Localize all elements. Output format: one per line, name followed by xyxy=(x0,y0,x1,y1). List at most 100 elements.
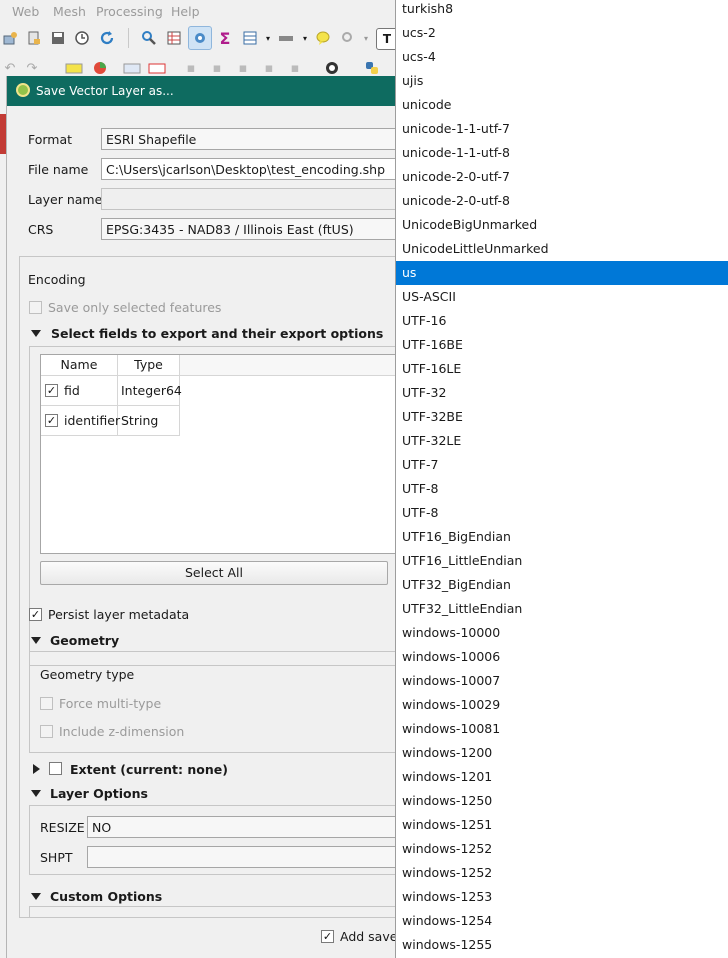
encoding-option[interactable]: UTF-16LE xyxy=(396,357,728,381)
encoding-option[interactable]: UTF16_BigEndian xyxy=(396,525,728,549)
force-multi-checkbox[interactable] xyxy=(40,697,53,710)
menu-help[interactable]: Help xyxy=(171,4,200,19)
encoding-option[interactable]: UTF-16 xyxy=(396,309,728,333)
encoding-option[interactable]: windows-1253 xyxy=(396,885,728,909)
table-row[interactable]: ✓ identifier xyxy=(41,406,120,436)
persist-metadata-checkbox[interactable]: ✓ xyxy=(29,608,42,621)
ruler-icon[interactable] xyxy=(276,28,296,48)
collapse-arrow-icon[interactable] xyxy=(31,790,41,797)
identify-icon[interactable] xyxy=(139,28,159,48)
encoding-option[interactable]: windows-10006 xyxy=(396,645,728,669)
encoding-option[interactable]: unicode-2-0-utf-7 xyxy=(396,165,728,189)
encoding-option[interactable]: UnicodeLittleUnmarked xyxy=(396,237,728,261)
expand-arrow-icon[interactable] xyxy=(33,764,40,774)
table-header-type[interactable]: Type xyxy=(118,355,180,376)
menu-web[interactable]: Web xyxy=(12,4,39,19)
encoding-option[interactable]: UTF-8 xyxy=(396,477,728,501)
encoding-option[interactable]: windows-1254 xyxy=(396,909,728,933)
layer-add-icon[interactable] xyxy=(0,28,20,48)
save-icon[interactable] xyxy=(48,28,68,48)
encoding-option[interactable]: UnicodeBigUnmarked xyxy=(396,213,728,237)
collapse-arrow-icon[interactable] xyxy=(31,637,41,644)
encoding-option[interactable]: UTF-16BE xyxy=(396,333,728,357)
encoding-option[interactable]: unicode xyxy=(396,93,728,117)
select-all-button[interactable]: Select All xyxy=(40,561,388,585)
table-row[interactable]: ✓ fid xyxy=(41,376,118,406)
settings-gear-icon[interactable] xyxy=(188,26,212,50)
label-style-icon[interactable] xyxy=(122,58,142,78)
add-saved-checkbox[interactable]: ✓ xyxy=(321,930,334,943)
encoding-option[interactable]: UTF32_LittleEndian xyxy=(396,597,728,621)
encoding-dropdown-list[interactable]: turkish8 ucs-2 ucs-4 ujis unicode unicode-1-1… xyxy=(395,0,728,958)
encoding-option[interactable]: unicode-2-0-utf-8 xyxy=(396,189,728,213)
encoding-option[interactable]: windows-10000 xyxy=(396,621,728,645)
encoding-option[interactable]: UTF32_BigEndian xyxy=(396,573,728,597)
encoding-option[interactable]: windows-10007 xyxy=(396,669,728,693)
chevron-down-icon[interactable]: ▾ xyxy=(295,28,315,48)
move-icon[interactable]: ▪ xyxy=(259,58,279,78)
sigma-icon[interactable]: Σ xyxy=(215,28,235,48)
crs-combo[interactable]: EPSG:3435 - NAD83 / Illinois East (ftUS) xyxy=(101,218,401,240)
geometry-section-label[interactable]: Geometry xyxy=(50,633,119,648)
layername-input[interactable] xyxy=(101,188,401,210)
collapse-arrow-icon[interactable] xyxy=(31,330,41,337)
node-icon[interactable]: ▪ xyxy=(233,58,253,78)
field-checkbox[interactable]: ✓ xyxy=(45,414,58,427)
encoding-option[interactable]: ucs-2 xyxy=(396,21,728,45)
refresh-icon[interactable] xyxy=(97,28,117,48)
edit-icon[interactable]: ▪ xyxy=(181,58,201,78)
label-abc-red-icon[interactable] xyxy=(147,58,167,78)
menu-processing[interactable]: Processing xyxy=(96,4,163,19)
zoom-icon[interactable] xyxy=(338,28,358,48)
extent-checkbox[interactable] xyxy=(49,762,62,775)
table-header-name[interactable]: Name xyxy=(41,355,118,376)
encoding-option[interactable]: ujis xyxy=(396,69,728,93)
encoding-option[interactable]: windows-1252 xyxy=(396,861,728,885)
encoding-option[interactable]: windows-1200 xyxy=(396,741,728,765)
resize-combo[interactable]: NO xyxy=(87,816,397,838)
attribute-table-icon[interactable] xyxy=(164,28,184,48)
encoding-option[interactable]: us xyxy=(396,261,728,285)
encoding-option[interactable]: UTF-32LE xyxy=(396,429,728,453)
format-combo[interactable]: ESRI Shapefile xyxy=(101,128,401,150)
layer-options-label[interactable]: Layer Options xyxy=(50,786,148,801)
encoding-option[interactable]: UTF-8 xyxy=(396,501,728,525)
chevron-down-icon[interactable]: ▾ xyxy=(356,28,376,48)
extent-label[interactable]: Extent (current: none) xyxy=(70,762,228,777)
digitize-icon[interactable]: ▪ xyxy=(207,58,227,78)
encoding-option[interactable]: unicode-1-1-utf-8 xyxy=(396,141,728,165)
split-icon[interactable]: ▪ xyxy=(285,58,305,78)
encoding-option[interactable]: UTF-32BE xyxy=(396,405,728,429)
custom-options-label[interactable]: Custom Options xyxy=(50,889,162,904)
encoding-option[interactable]: windows-1255 xyxy=(396,933,728,957)
encoding-option[interactable]: windows-1251 xyxy=(396,813,728,837)
chevron-down-icon[interactable]: ▾ xyxy=(258,28,278,48)
python-icon[interactable] xyxy=(362,58,382,78)
encoding-option[interactable]: windows-1252 xyxy=(396,837,728,861)
encoding-option[interactable]: unicode-1-1-utf-7 xyxy=(396,117,728,141)
search-plugin-icon[interactable] xyxy=(322,58,342,78)
encoding-option[interactable]: UTF-7 xyxy=(396,453,728,477)
layer-edit-icon[interactable] xyxy=(24,28,44,48)
redo-icon[interactable]: ↷ xyxy=(22,58,42,78)
encoding-option[interactable]: turkish8 xyxy=(396,0,728,21)
annotation-icon[interactable] xyxy=(313,28,333,48)
field-checkbox[interactable]: ✓ xyxy=(45,384,58,397)
table-icon[interactable] xyxy=(240,28,260,48)
menu-mesh[interactable]: Mesh xyxy=(53,4,86,19)
encoding-option[interactable]: UTF-32 xyxy=(396,381,728,405)
encoding-option[interactable]: ucs-4 xyxy=(396,45,728,69)
encoding-option[interactable]: UTF16_LittleEndian xyxy=(396,549,728,573)
encoding-option[interactable]: US-ASCII xyxy=(396,285,728,309)
encoding-option[interactable]: windows-1250 xyxy=(396,789,728,813)
diagram-icon[interactable] xyxy=(90,58,110,78)
collapse-arrow-icon[interactable] xyxy=(31,893,41,900)
label-abc-icon[interactable] xyxy=(64,58,84,78)
shpt-combo[interactable] xyxy=(87,846,397,868)
fields-section-label[interactable]: Select fields to export and their export… xyxy=(51,326,383,341)
encoding-option[interactable]: windows-10081 xyxy=(396,717,728,741)
filename-input[interactable]: C:\Users\jcarlson\Desktop\test_encoding.… xyxy=(101,158,401,180)
clock-icon[interactable] xyxy=(72,28,92,48)
save-selected-checkbox[interactable] xyxy=(29,301,42,314)
encoding-option[interactable]: windows-1201 xyxy=(396,765,728,789)
